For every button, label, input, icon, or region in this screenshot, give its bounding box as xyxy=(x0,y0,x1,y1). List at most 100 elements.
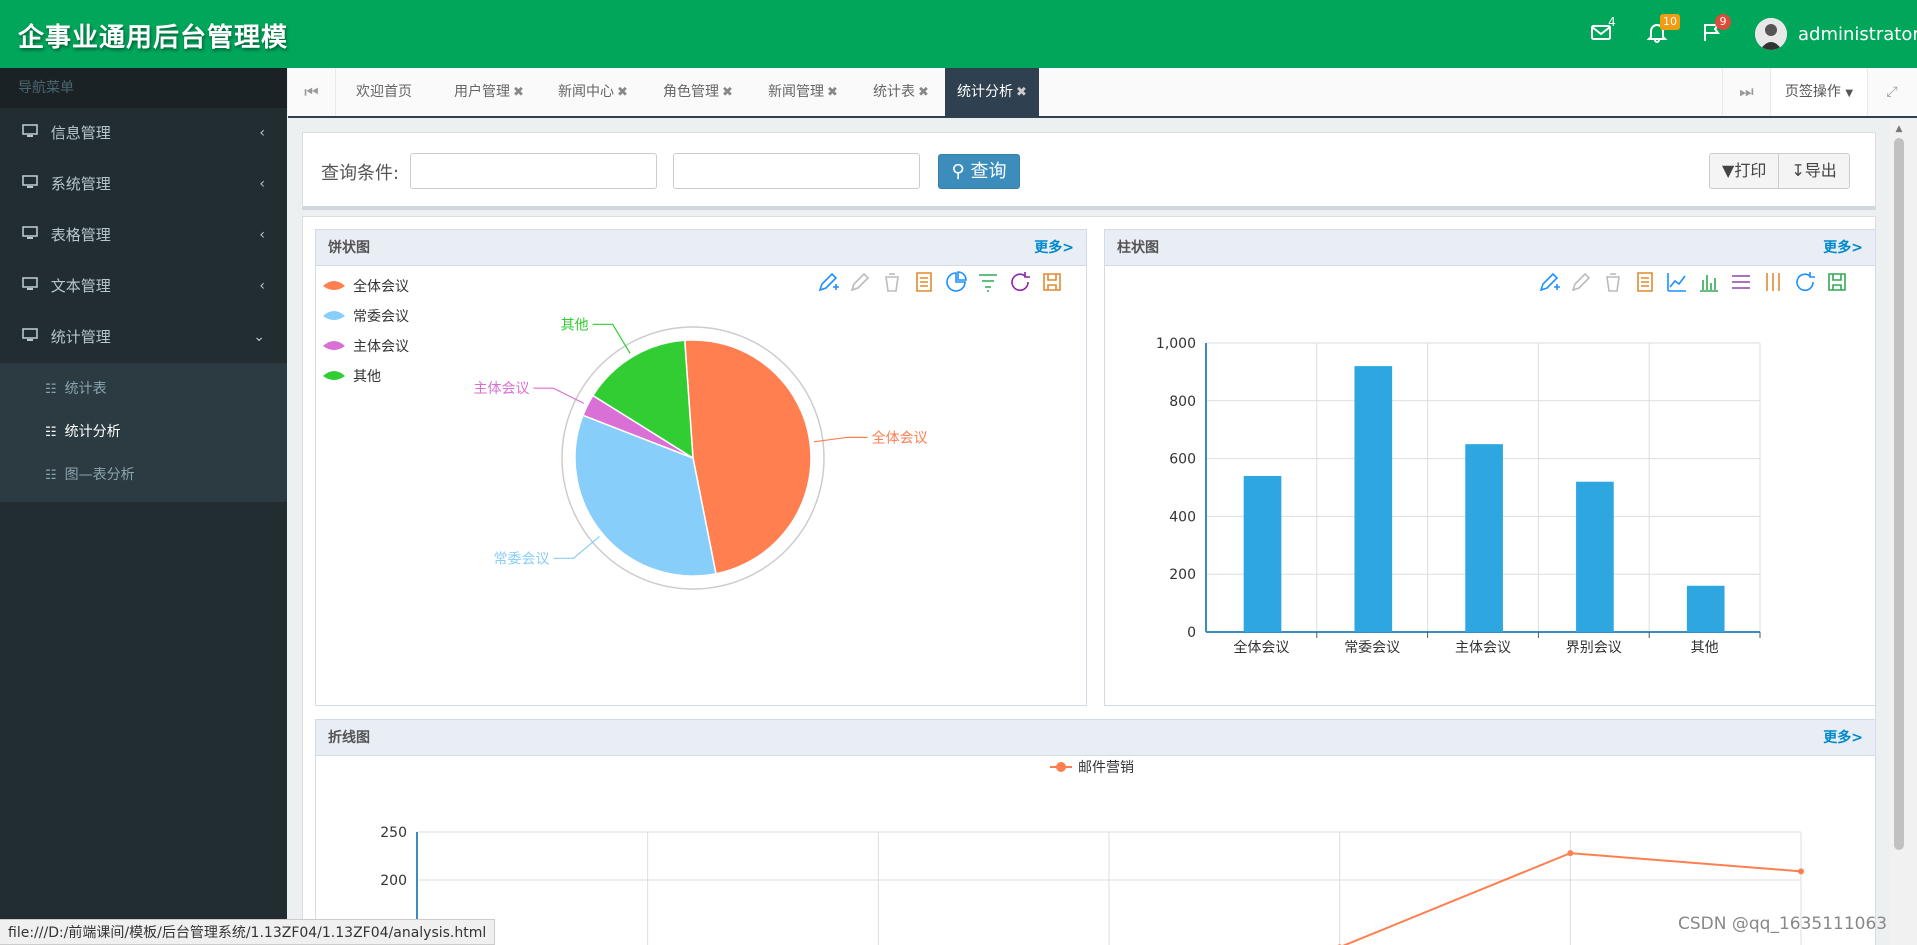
y-tick-label: 1,000 xyxy=(1156,336,1196,352)
y-tick-label: 250 xyxy=(380,825,407,841)
sidebar-item-tables[interactable]: 表格管理 ‹ xyxy=(0,210,287,261)
tab-label: 欢迎首页 xyxy=(356,84,412,100)
query-input-1[interactable] xyxy=(410,153,657,189)
user-name: administrator xyxy=(1798,23,1917,45)
tab-stat-analysis[interactable]: 统计分析 ✖ xyxy=(945,68,1039,116)
bar[interactable] xyxy=(1354,366,1393,632)
bar[interactable] xyxy=(1686,585,1725,632)
tab-stat-table[interactable]: 统计表 ✖ xyxy=(873,68,929,116)
monitor-icon xyxy=(22,108,40,159)
x-tick-label: 界别会议 xyxy=(1566,640,1622,656)
monitor-icon xyxy=(22,159,40,210)
close-icon[interactable]: ✖ xyxy=(827,85,838,100)
print-button[interactable]: ▼打印 xyxy=(1710,154,1778,188)
tab-scroll-left-button[interactable]: ⏮ xyxy=(288,68,336,116)
sidebar: 导航菜单 信息管理 ‹ 系统管理 ‹ 表格管理 ‹ 文本管理 ‹ 统计管理 ⌄ … xyxy=(0,68,287,945)
tab-label: 用户管理 xyxy=(454,84,510,100)
pie-chart: 全体会议常委会议主体会议其他全体会议常委会议主体会议其他 xyxy=(323,278,928,590)
chevron-left-icon: ‹ xyxy=(259,176,265,192)
close-icon[interactable]: ✖ xyxy=(513,85,524,100)
sidebar-item-label: 系统管理 xyxy=(50,175,111,193)
query-input-2[interactable] xyxy=(673,153,920,189)
tab-operations-dropdown[interactable]: 页签操作 ▼ xyxy=(1770,68,1868,116)
data-point[interactable] xyxy=(1798,868,1804,875)
notification-count-badge: 10 xyxy=(1660,14,1680,30)
tasks-button[interactable]: 9 xyxy=(1700,14,1731,48)
scroll-thumb[interactable] xyxy=(1894,138,1904,850)
close-icon[interactable]: ✖ xyxy=(1016,85,1027,100)
sitemap-icon: ☷ xyxy=(45,468,57,483)
sidebar-subitem-label: 统计分析 xyxy=(64,424,121,440)
chevron-left-icon: ‹ xyxy=(259,227,265,243)
sidebar-item-info[interactable]: 信息管理 ‹ xyxy=(0,108,287,159)
legend-swatch[interactable] xyxy=(323,311,345,320)
y-tick-label: 800 xyxy=(1169,394,1196,410)
notifications-button[interactable]: 10 xyxy=(1645,14,1680,48)
close-icon[interactable]: ✖ xyxy=(918,85,929,100)
tab-user-management[interactable]: 用户管理 ✖ xyxy=(454,68,524,116)
scroll-up-icon[interactable]: ▲ xyxy=(1894,124,1904,134)
fullscreen-button[interactable]: ⤢ xyxy=(1868,68,1916,116)
slice-label: 常委会议 xyxy=(494,551,550,567)
slice-label: 全体会议 xyxy=(872,429,928,446)
line-chart: 邮件营销 250 200 xyxy=(380,760,1804,945)
bar-more-link[interactable]: 更多> xyxy=(1823,230,1863,266)
legend-label[interactable]: 主体会议 xyxy=(353,339,409,355)
sitemap-icon: ☷ xyxy=(45,382,57,397)
bar[interactable] xyxy=(1465,444,1503,632)
monitor-icon xyxy=(22,312,40,363)
tab-news-center[interactable]: 新闻中心 ✖ xyxy=(558,68,628,116)
chevron-down-icon: ⌄ xyxy=(253,329,265,345)
statistics-submenu: ☷ 统计表 ☷ 统计分析 ☷ 图—表分析 xyxy=(0,363,287,502)
close-icon[interactable]: ✖ xyxy=(617,85,628,100)
legend-label[interactable]: 邮件营销 xyxy=(1078,760,1134,776)
legend-swatch[interactable] xyxy=(323,281,345,290)
watermark: CSDN @qq_1635111063 xyxy=(1678,914,1888,934)
page-scrollbar[interactable]: ▲ xyxy=(1890,120,1917,945)
download-icon: ↧ xyxy=(1791,161,1805,180)
sidebar-item-system[interactable]: 系统管理 ‹ xyxy=(0,159,287,210)
charts-area: 饼状图 更多> 全体会议 常委会议 主体会议 其他 全体会议 常委会议 主体会议 其他 柱状图… xyxy=(302,216,1876,945)
mail-count-badge: 4 xyxy=(1608,15,1616,29)
sidebar-item-label: 表格管理 xyxy=(50,226,111,244)
search-button-label: 查询 xyxy=(970,161,1007,182)
export-button[interactable]: ↧导出 xyxy=(1778,154,1848,188)
tab-role-management[interactable]: 角色管理 ✖ xyxy=(663,68,733,116)
monitor-icon xyxy=(22,261,40,312)
sidebar-item-statistics[interactable]: 统计管理 ⌄ xyxy=(0,312,287,363)
tab-scroll-right-button[interactable]: ⏭ xyxy=(1722,68,1770,116)
sidebar-subitem-stat-analysis[interactable]: ☷ 统计分析 xyxy=(0,411,287,454)
legend-label[interactable]: 全体会议 xyxy=(353,278,409,295)
legend-swatch[interactable] xyxy=(323,341,345,350)
avatar xyxy=(1755,18,1787,50)
y-tick-label: 600 xyxy=(1169,452,1196,468)
mail-button[interactable]: 4 xyxy=(1589,15,1617,48)
legend-label[interactable]: 其他 xyxy=(353,369,381,385)
sidebar-subitem-stat-table[interactable]: ☷ 统计表 xyxy=(0,368,287,411)
bar[interactable] xyxy=(1243,475,1282,632)
sidebar-item-text[interactable]: 文本管理 ‹ xyxy=(0,261,287,312)
y-tick-label: 400 xyxy=(1169,509,1196,525)
line-more-link[interactable]: 更多> xyxy=(1823,720,1863,756)
tab-label: 新闻管理 xyxy=(768,84,824,100)
bar[interactable] xyxy=(1576,481,1614,632)
pie-more-link[interactable]: 更多> xyxy=(1034,230,1074,266)
bar-chart: 0 200 400 600 800 1,000 全体会议 常委会议 主体会议 界别会议 其他 xyxy=(1156,336,1761,656)
chevron-left-icon: ‹ xyxy=(259,125,265,141)
legend-swatch[interactable] xyxy=(323,371,345,380)
search-button[interactable]: ⚲ 查询 xyxy=(938,154,1020,189)
tab-label: 角色管理 xyxy=(663,84,719,100)
user-menu[interactable]: administrator xyxy=(1755,17,1917,51)
tab-news-management[interactable]: 新闻管理 ✖ xyxy=(768,68,838,116)
close-icon[interactable]: ✖ xyxy=(722,85,733,100)
slice-label: 其他 xyxy=(561,317,589,333)
legend-label[interactable]: 常委会议 xyxy=(353,309,409,325)
pie-panel-title: 饼状图 xyxy=(316,230,1086,266)
legend-marker[interactable] xyxy=(1056,762,1066,772)
data-point[interactable] xyxy=(1567,850,1574,857)
tab-home[interactable]: 欢迎首页 xyxy=(356,68,412,116)
sidebar-item-label: 统计管理 xyxy=(50,328,111,346)
slice-label: 主体会议 xyxy=(473,381,529,397)
sidebar-subitem-chart-table[interactable]: ☷ 图—表分析 xyxy=(0,454,287,497)
sidebar-subitem-label: 统计表 xyxy=(64,381,107,397)
